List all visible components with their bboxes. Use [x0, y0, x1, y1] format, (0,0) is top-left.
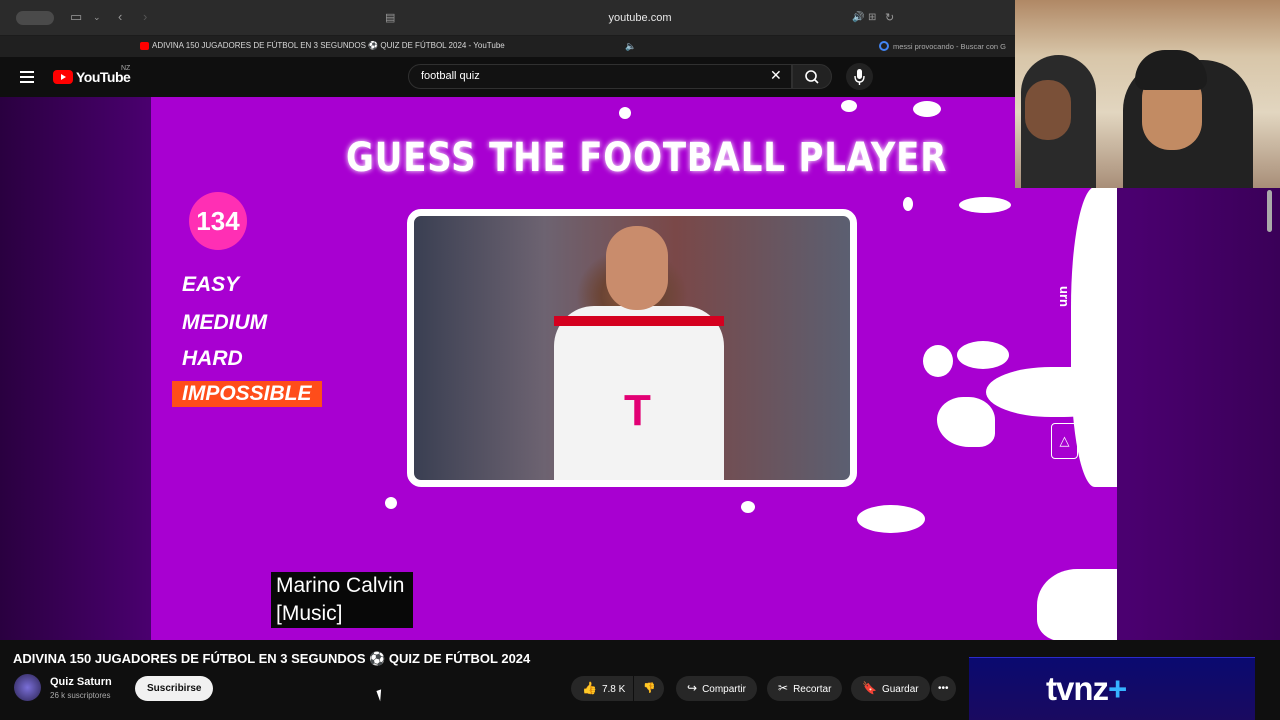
share-button[interactable]: ↪ Compartir	[676, 676, 757, 701]
voice-search-button[interactable]	[846, 63, 873, 90]
reader-icon[interactable]: ▤	[385, 11, 395, 24]
tab-bar: ADIVINA 150 JUGADORES DE FÚTBOL EN 3 SEG…	[0, 36, 1015, 57]
shirt-sponsor-logo: T	[624, 386, 651, 435]
decor-blob	[1037, 569, 1117, 640]
tvnz-logo: tvnz+	[1046, 670, 1127, 708]
decor-dot	[741, 501, 755, 513]
chevron-down-icon[interactable]: ⌄	[93, 12, 101, 23]
more-actions-button[interactable]: •••	[931, 676, 956, 701]
tvnz-ad-banner[interactable]: tvnz+	[969, 657, 1255, 720]
player-head	[606, 226, 668, 310]
youtube-favicon-icon	[140, 42, 149, 50]
scissors-icon: ✂	[778, 681, 789, 695]
mouse-cursor	[376, 687, 390, 702]
region-code: NZ	[121, 65, 131, 72]
webcam-face-left	[1025, 80, 1071, 140]
subscriber-count: 26 k suscriptores	[50, 691, 111, 700]
shirt-stripe	[554, 316, 724, 326]
audio-playing-icon[interactable]: 🔊	[852, 12, 864, 23]
decor-dot	[385, 497, 397, 509]
caption-line: [Music]	[276, 600, 347, 628]
dislike-button[interactable]: 👎	[634, 676, 665, 701]
youtube-play-icon	[53, 70, 73, 84]
forward-icon[interactable]: ›	[143, 9, 147, 24]
clip-label: Recortar	[793, 684, 832, 695]
question-counter: 134	[189, 192, 247, 250]
clear-search-icon[interactable]: ✕	[770, 67, 782, 84]
save-button[interactable]: 🔖 Guardar	[851, 676, 930, 701]
decor-blob	[959, 197, 1011, 213]
side-text: urn	[1056, 286, 1072, 307]
page-scrollbar[interactable]	[1267, 190, 1272, 232]
closed-captions: Marino Calvin [Music]	[271, 572, 414, 628]
window-controls[interactable]	[16, 11, 54, 25]
address-bar[interactable]: youtube.com	[560, 12, 720, 24]
decor-dot	[903, 197, 913, 211]
more-icon: •••	[938, 683, 949, 694]
quiz-banner: GUESS THE FOOTBALL PLAYER	[346, 135, 948, 181]
share-icon: ↪	[687, 681, 698, 695]
caption-line: Marino Calvin	[276, 572, 409, 600]
search-icon	[805, 70, 819, 84]
tvnz-plus: +	[1108, 670, 1127, 707]
tab-search[interactable]: messi provocando - Buscar con G	[893, 42, 1013, 51]
google-favicon-icon	[879, 41, 889, 51]
decor-blob	[957, 341, 1009, 369]
decor-blob	[986, 367, 1116, 417]
tab-mute-icon[interactable]: 🔈	[625, 41, 636, 52]
player-photo: T	[407, 209, 857, 487]
like-count: 7.8 K	[601, 684, 626, 695]
video-title: ADIVINA 150 JUGADORES DE FÚTBOL EN 3 SEG…	[13, 651, 531, 666]
decor-blob	[913, 101, 941, 117]
video-frame[interactable]: GUESS THE FOOTBALL PLAYER 134 EASY MEDIU…	[151, 97, 1117, 640]
like-button[interactable]: 👍 7.8 K	[571, 676, 634, 701]
decor-dot	[619, 107, 631, 119]
sidebar-toggle-icon[interactable]: ▭	[70, 9, 82, 25]
menu-icon[interactable]	[20, 71, 34, 86]
level-medium: MEDIUM	[182, 311, 268, 334]
channel-name[interactable]: Quiz Saturn	[50, 676, 112, 688]
share-label: Compartir	[702, 684, 746, 695]
microphone-icon	[854, 69, 865, 85]
decor-blob	[857, 505, 925, 533]
clip-button[interactable]: ✂ Recortar	[767, 676, 843, 701]
level-impossible: IMPOSSIBLE	[172, 381, 322, 407]
subscribe-button[interactable]: Suscribirse	[135, 676, 214, 701]
channel-avatar[interactable]	[14, 674, 41, 701]
reload-icon[interactable]: ↻	[885, 11, 894, 24]
save-label: Guardar	[881, 684, 919, 695]
back-icon[interactable]: ‹	[118, 9, 122, 24]
webcam-overlay	[1015, 0, 1280, 188]
tvnz-logo-text: tvnz	[1046, 670, 1109, 707]
youtube-logo[interactable]: YouTube NZ	[53, 65, 131, 85]
decor-dot	[841, 100, 857, 112]
webcam-hair-right	[1135, 50, 1207, 90]
tab-youtube[interactable]: ADIVINA 150 JUGADORES DE FÚTBOL EN 3 SEG…	[152, 41, 505, 50]
search-box	[408, 64, 792, 89]
level-hard: HARD	[182, 347, 243, 370]
decor-blob	[937, 397, 995, 447]
translate-icon[interactable]: ⊞	[868, 12, 876, 23]
thumbs-up-icon: 👍	[582, 681, 597, 695]
youtube-header: YouTube NZ ✕	[0, 57, 1015, 97]
thumbs-down-icon: 👎	[643, 683, 656, 694]
bookmark-icon: 🔖	[862, 681, 877, 695]
search-button[interactable]	[792, 64, 832, 89]
alert-triangle-icon[interactable]: △	[1051, 423, 1078, 459]
level-easy: EASY	[182, 273, 240, 296]
search-input[interactable]	[409, 65, 749, 87]
browser-toolbar: ▭ ⌄ ‹ › ▤ youtube.com 🔊 ⊞ ↻	[0, 0, 1015, 36]
decor-blob	[923, 345, 953, 377]
